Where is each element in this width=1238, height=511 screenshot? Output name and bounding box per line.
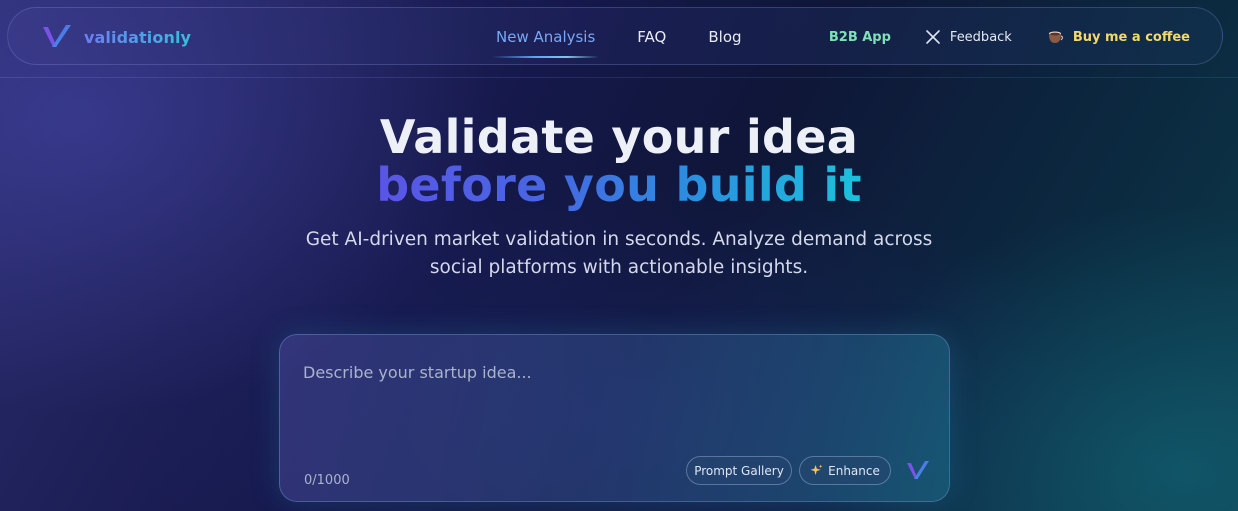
brand-name: validationly bbox=[84, 27, 192, 47]
hero-title-line2: before you build it bbox=[0, 158, 1238, 212]
validationly-logo-icon bbox=[43, 25, 71, 47]
idea-input-panel: 0/1000 Prompt Gallery Enhance bbox=[279, 334, 950, 502]
nav-blog[interactable]: Blog bbox=[708, 28, 741, 46]
feedback-link[interactable]: Feedback bbox=[925, 29, 1012, 45]
nav-new-analysis[interactable]: New Analysis bbox=[491, 28, 600, 58]
brand-link[interactable]: validationly bbox=[40, 22, 191, 52]
enhance-label: Enhance bbox=[828, 463, 880, 478]
x-close-icon bbox=[926, 30, 940, 44]
coffee-cup-icon bbox=[1048, 31, 1063, 43]
nav-faq[interactable]: FAQ bbox=[637, 28, 666, 46]
startup-idea-input[interactable] bbox=[303, 363, 923, 423]
hero-subtitle: Get AI-driven market validation in secon… bbox=[305, 229, 933, 278]
hero-title-gradient: before you build it bbox=[376, 158, 862, 212]
b2b-app-link[interactable]: B2B App bbox=[829, 30, 891, 45]
buy-me-a-coffee-link[interactable]: Buy me a coffee bbox=[1046, 28, 1190, 46]
coffee-label: Buy me a coffee bbox=[1072, 29, 1190, 45]
top-navbar: validationly New Analysis FAQ Blog B2B A… bbox=[7, 7, 1223, 65]
navbar-divider bbox=[0, 77, 1238, 78]
character-counter: 0/1000 bbox=[304, 473, 350, 488]
hero-title-line1: Validate your idea bbox=[379, 110, 859, 164]
nav-right-actions: B2B App Feedback Buy me a coffee bbox=[829, 8, 1190, 66]
prompt-gallery-button[interactable]: Prompt Gallery bbox=[686, 456, 792, 485]
main-nav: New Analysis FAQ Blog bbox=[491, 8, 784, 66]
prompt-gallery-label: Prompt Gallery bbox=[694, 463, 784, 478]
submit-validationly-icon[interactable] bbox=[905, 459, 931, 483]
enhance-button[interactable]: Enhance bbox=[799, 456, 891, 485]
feedback-label: Feedback bbox=[949, 29, 1012, 45]
sparkles-icon bbox=[810, 464, 823, 476]
